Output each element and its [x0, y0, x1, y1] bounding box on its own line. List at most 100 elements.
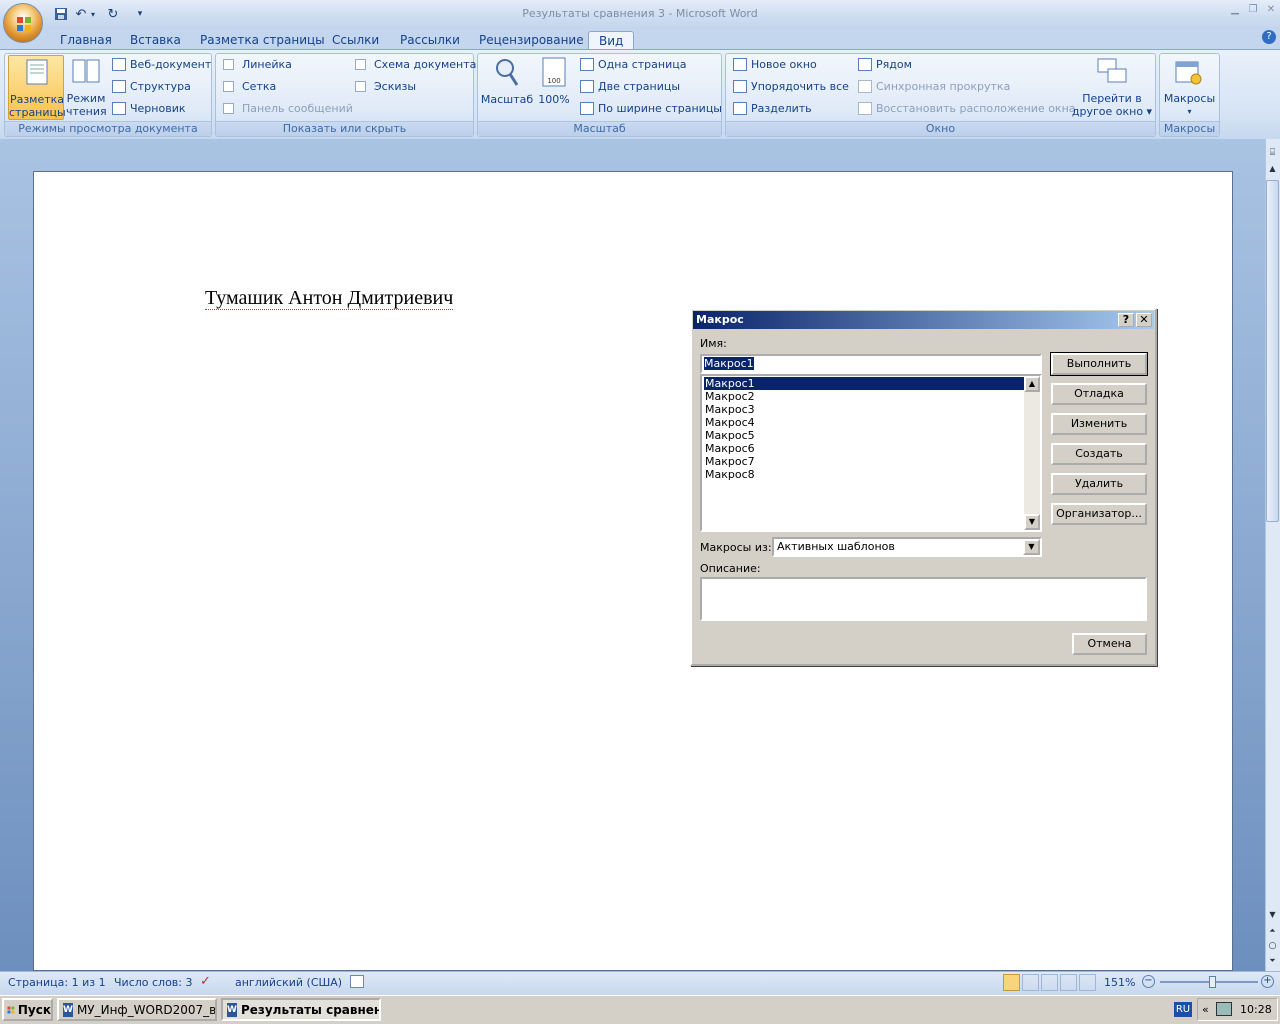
view-draft-icon[interactable]	[1079, 974, 1096, 991]
list-item[interactable]: Макрос6	[704, 442, 1026, 455]
scroll-down-icon[interactable]: ▼	[1266, 910, 1279, 924]
tray-expand-icon[interactable]: «	[1202, 1003, 1209, 1016]
chevron-down-icon[interactable]: ▼	[1023, 539, 1040, 555]
taskbar-item-label: Результаты сравнен...	[240, 1002, 381, 1017]
tab-view[interactable]: Вид	[588, 31, 635, 50]
taskbar-item-document-2[interactable]: W Результаты сравнен...	[221, 998, 381, 1021]
list-item[interactable]: Макрос7	[704, 455, 1026, 468]
switch-window-button[interactable]: Перейти в другое окно ▾	[1070, 55, 1154, 120]
zoom-in-icon[interactable]: +	[1261, 975, 1274, 988]
help-icon[interactable]: ?	[1262, 30, 1276, 44]
thumbnails-checkbox[interactable]: Эскизы	[355, 80, 416, 93]
edit-button[interactable]: Изменить	[1051, 413, 1147, 435]
split-button[interactable]: Разделить	[733, 102, 812, 115]
next-page-icon[interactable]: ⏷	[1266, 956, 1279, 970]
tab-mailings[interactable]: Рассылки	[390, 31, 470, 50]
restore-button[interactable]: ❐	[1246, 4, 1260, 16]
macros-icon	[1175, 61, 1202, 85]
macro-name-input[interactable]: Макрос1	[700, 354, 1042, 374]
office-button[interactable]	[3, 3, 43, 43]
zoom-slider-thumb[interactable]	[1209, 976, 1216, 988]
reading-view-button[interactable]: Режим чтения	[66, 55, 107, 120]
run-button[interactable]: Выполнить	[1050, 352, 1148, 376]
dialog-close-button[interactable]: ✕	[1136, 313, 1152, 327]
word-count[interactable]: Число слов: 3	[114, 976, 193, 989]
draft-button[interactable]: Черновик	[112, 102, 186, 115]
web-layout-button[interactable]: Веб-документ	[112, 58, 211, 71]
language-status[interactable]: английский (США)	[235, 976, 342, 989]
save-icon[interactable]	[52, 5, 70, 23]
macro-record-icon[interactable]	[350, 975, 364, 988]
reset-window-button[interactable]: Восстановить расположение окна	[858, 102, 1076, 115]
zoom-100-button[interactable]: 100 100%	[536, 55, 572, 115]
list-item[interactable]: Макрос1	[703, 376, 1027, 391]
new-window-button[interactable]: Новое окно	[733, 58, 817, 71]
group-label: Макросы	[1160, 121, 1219, 136]
one-page-button[interactable]: Одна страница	[580, 58, 686, 71]
message-bar-checkbox[interactable]: Панель сообщений	[223, 102, 353, 115]
document-map-checkbox[interactable]: Схема документа	[355, 58, 476, 71]
close-button[interactable]: ✕	[1264, 4, 1278, 16]
list-item[interactable]: Макрос5	[704, 429, 1026, 442]
list-item[interactable]: Макрос2	[704, 390, 1026, 403]
proofing-icon[interactable]: ✓	[200, 974, 211, 989]
redo-icon[interactable]: ↻	[104, 5, 122, 23]
language-indicator[interactable]: RU	[1174, 1002, 1192, 1017]
view-web-icon[interactable]	[1041, 974, 1058, 991]
undo-dropdown-icon[interactable]: ▾	[88, 5, 98, 23]
sync-scroll-button[interactable]: Синхронная прокрутка	[858, 80, 1010, 93]
minimize-button[interactable]: ▁	[1228, 4, 1242, 16]
zoom-label: Масштаб	[480, 93, 534, 106]
page-layout-view-button[interactable]: Разметка страницы	[8, 55, 66, 120]
zoom-button[interactable]: Масштаб	[480, 55, 534, 115]
view-reading-icon[interactable]	[1022, 974, 1039, 991]
draft-icon	[112, 102, 126, 115]
clock[interactable]: 10:28	[1240, 1003, 1272, 1016]
ruler-checkbox[interactable]: Линейка	[223, 58, 292, 71]
dialog-help-button[interactable]: ?	[1118, 313, 1134, 327]
reading-mode-icon	[72, 59, 100, 83]
macros-in-select[interactable]: Активных шаблонов	[772, 537, 1042, 557]
start-button[interactable]: Пуск	[2, 998, 53, 1021]
side-by-side-button[interactable]: Рядом	[858, 58, 912, 71]
arrange-all-button[interactable]: Упорядочить все	[733, 80, 849, 93]
debug-button[interactable]: Отладка	[1051, 383, 1147, 405]
view-shortcuts	[1003, 974, 1099, 992]
select-browse-object-icon[interactable]: ○	[1266, 941, 1279, 955]
view-page-layout-icon[interactable]	[1003, 974, 1020, 991]
outline-button[interactable]: Структура	[112, 80, 191, 93]
two-pages-label: Две страницы	[598, 80, 681, 93]
page-count[interactable]: Страница: 1 из 1	[8, 976, 106, 989]
delete-button[interactable]: Удалить	[1051, 473, 1147, 495]
macro-list-scrollbar[interactable]: ▲ ▼	[1024, 376, 1040, 530]
customize-qat-icon[interactable]: ▾	[134, 5, 146, 23]
scroll-thumb[interactable]	[1266, 180, 1279, 522]
network-icon[interactable]	[1216, 1002, 1232, 1016]
ruler-toggle-icon[interactable]: ⌸	[1266, 148, 1279, 162]
zoom-out-icon[interactable]: −	[1142, 975, 1155, 988]
tab-page-layout[interactable]: Разметка страницы	[190, 31, 335, 50]
list-item[interactable]: Макрос4	[704, 416, 1026, 429]
grid-checkbox[interactable]: Сетка	[223, 80, 276, 93]
tab-review[interactable]: Рецензирование	[469, 31, 594, 50]
list-item[interactable]: Макрос8	[704, 468, 1026, 481]
previous-page-icon[interactable]: ⏶	[1266, 926, 1279, 940]
document-text[interactable]: Тумашик Антон Дмитриевич	[205, 287, 454, 310]
tab-insert[interactable]: Вставка	[120, 31, 191, 50]
tab-references[interactable]: Ссылки	[322, 31, 389, 50]
two-pages-button[interactable]: Две страницы	[580, 80, 680, 93]
taskbar-item-document-1[interactable]: W МУ_Инф_WORD2007_в...	[57, 998, 217, 1021]
cancel-button[interactable]: Отмена	[1072, 633, 1147, 655]
macros-button[interactable]: Макросы ▾	[1161, 55, 1218, 120]
scroll-up-icon[interactable]: ▲	[1266, 164, 1279, 178]
view-outline-icon[interactable]	[1060, 974, 1077, 991]
organizer-button[interactable]: Организатор...	[1051, 503, 1147, 525]
page-width-button[interactable]: По ширине страницы	[580, 102, 722, 115]
macro-list[interactable]: Макрос1 Макрос2 Макрос3 Макрос4 Макрос5 …	[700, 374, 1042, 532]
create-button[interactable]: Создать	[1051, 443, 1147, 465]
list-scroll-down-icon[interactable]: ▼	[1024, 514, 1040, 530]
zoom-level[interactable]: 151%	[1104, 976, 1135, 989]
tab-home[interactable]: Главная	[50, 31, 122, 50]
list-scroll-up-icon[interactable]: ▲	[1024, 376, 1040, 392]
list-item[interactable]: Макрос3	[704, 403, 1026, 416]
